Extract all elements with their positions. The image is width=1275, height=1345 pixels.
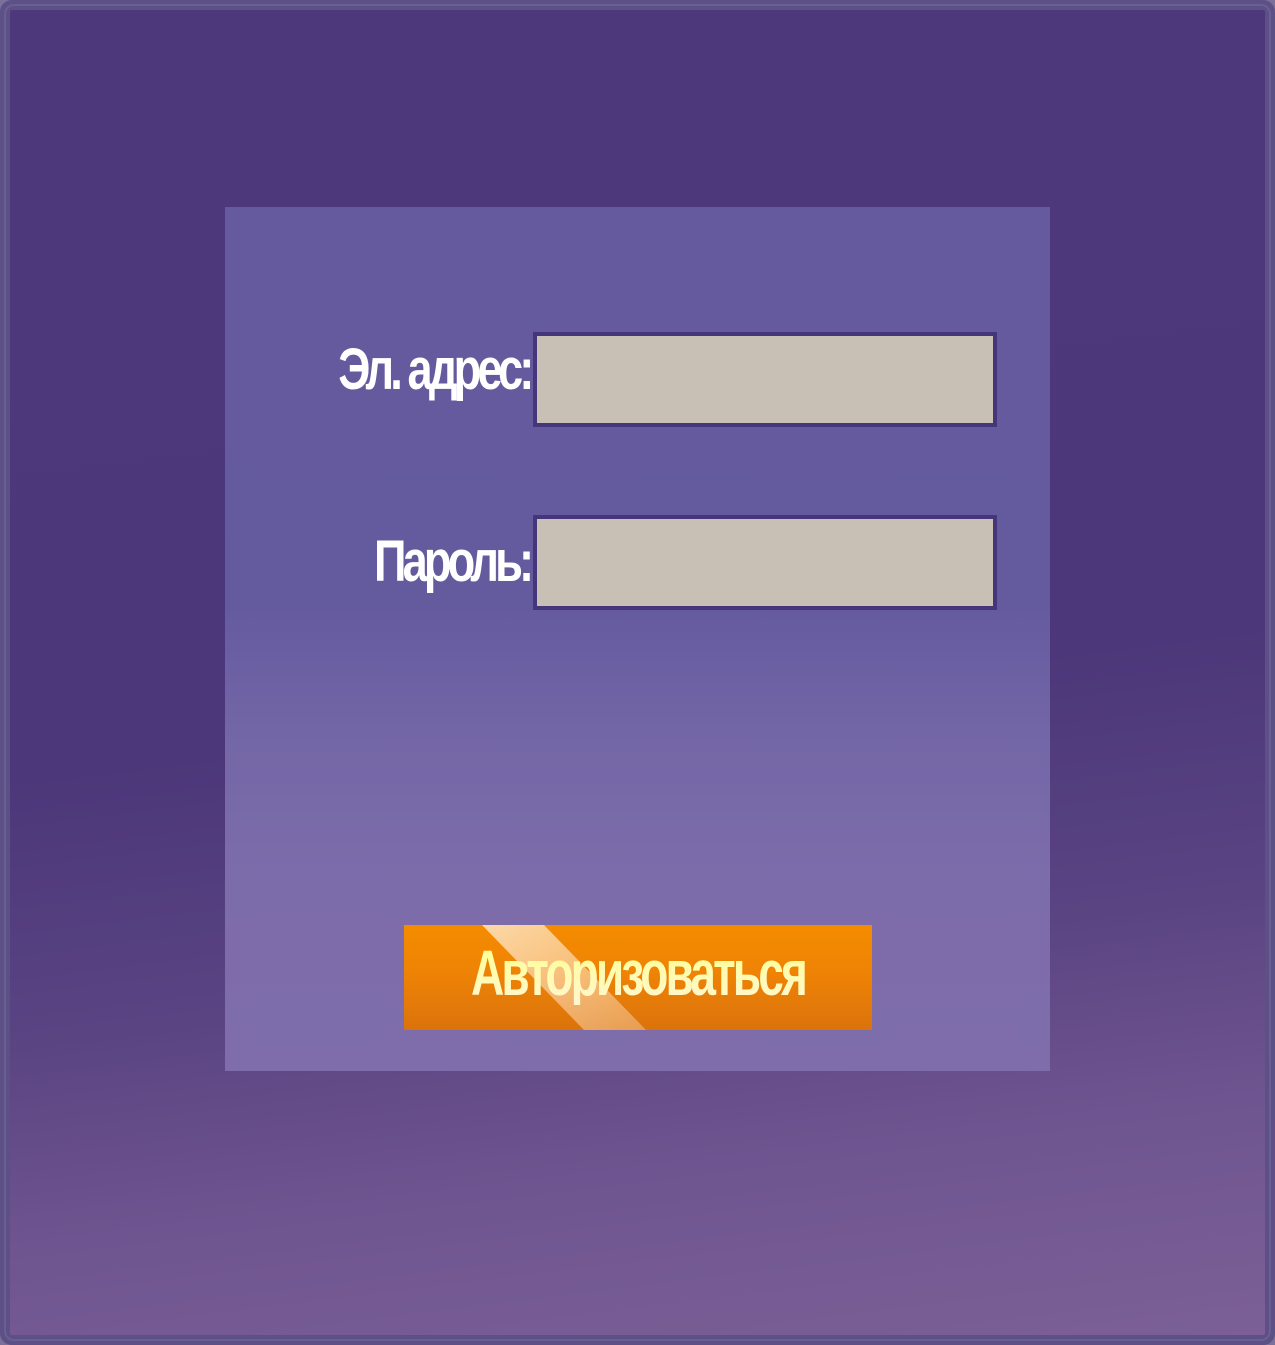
- email-field[interactable]: [533, 332, 997, 427]
- login-button[interactable]: Авторизоваться: [404, 925, 872, 1030]
- password-label: Пароль:: [373, 529, 534, 594]
- app-window: Эл. адрес: Пароль: Авторизоваться: [0, 0, 1275, 1345]
- email-label: Эл. адрес:: [337, 337, 534, 402]
- password-field[interactable]: [533, 515, 997, 610]
- login-panel: Эл. адрес: Пароль: Авторизоваться: [225, 207, 1050, 1071]
- login-button-label: Авторизоваться: [471, 937, 808, 1009]
